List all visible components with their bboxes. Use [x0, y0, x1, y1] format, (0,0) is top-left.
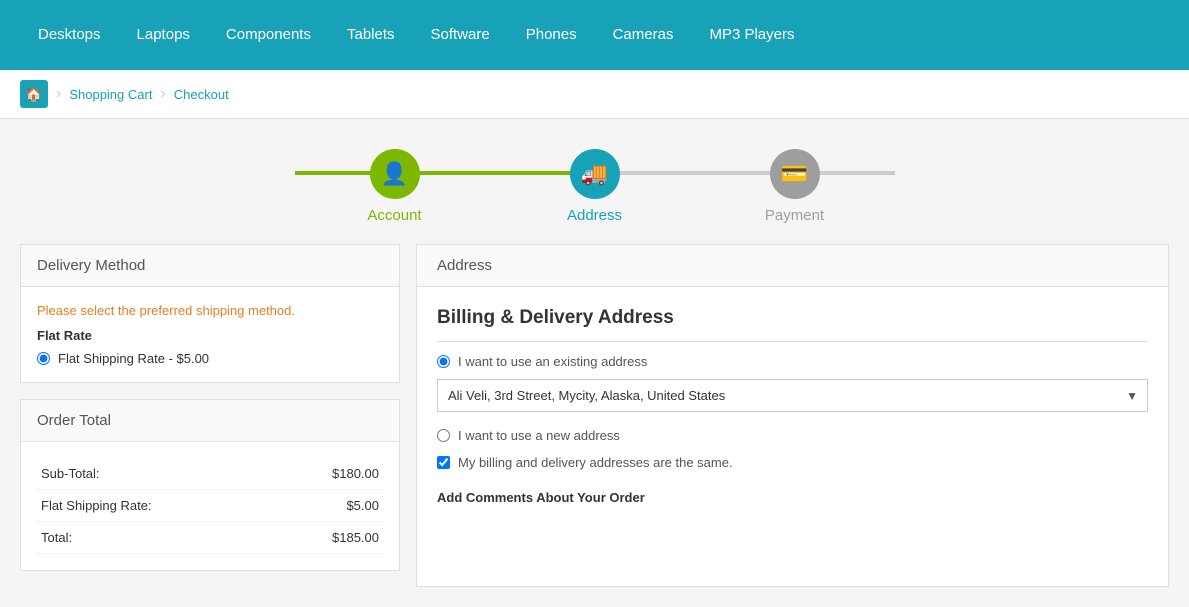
- home-icon[interactable]: 🏠: [20, 80, 48, 108]
- step-address: 🚚 Address: [495, 149, 695, 224]
- existing-address-option[interactable]: I want to use an existing address: [437, 354, 1148, 369]
- same-address-checkbox-row[interactable]: My billing and delivery addresses are th…: [437, 455, 1148, 470]
- nav-item-phones[interactable]: Phones: [508, 0, 595, 70]
- subtotal-value: $180.00: [273, 458, 383, 490]
- shipping-value: $5.00: [273, 490, 383, 522]
- address-radio-group: I want to use an existing address Ali Ve…: [437, 354, 1148, 443]
- left-panel: Delivery Method Please select the prefer…: [20, 244, 400, 587]
- nav-item-desktops[interactable]: Desktops: [20, 0, 119, 70]
- step-account-label: Account: [367, 207, 421, 224]
- address-select-wrapper: Ali Veli, 3rd Street, Mycity, Alaska, Un…: [437, 379, 1148, 412]
- add-comments-title: Add Comments About Your Order: [437, 490, 1148, 505]
- order-total-header: Order Total: [21, 400, 399, 442]
- step-address-icon: 🚚: [570, 149, 620, 199]
- nav-item-software[interactable]: Software: [413, 0, 508, 70]
- existing-address-radio[interactable]: [437, 355, 450, 368]
- order-total-body: Sub-Total: $180.00 Flat Shipping Rate: $…: [21, 442, 399, 570]
- new-address-radio[interactable]: [437, 429, 450, 442]
- right-panel: Address Billing & Delivery Address I wan…: [416, 244, 1169, 587]
- delivery-method-header: Delivery Method: [21, 245, 399, 287]
- step-payment-icon: 💳: [770, 149, 820, 199]
- delivery-method-body: Please select the preferred shipping met…: [21, 287, 399, 382]
- shipping-note: Please select the preferred shipping met…: [37, 303, 383, 318]
- total-label: Total:: [37, 522, 273, 554]
- address-select[interactable]: Ali Veli, 3rd Street, Mycity, Alaska, Un…: [437, 379, 1148, 412]
- flat-rate-label: Flat Shipping Rate - $5.00: [58, 351, 209, 366]
- flat-rate-option[interactable]: Flat Shipping Rate - $5.00: [37, 351, 383, 366]
- same-address-label: My billing and delivery addresses are th…: [458, 455, 733, 470]
- nav-item-laptops[interactable]: Laptops: [119, 0, 208, 70]
- order-total-box: Order Total Sub-Total: $180.00 Flat Ship…: [20, 399, 400, 571]
- billing-delivery-title: Billing & Delivery Address: [437, 307, 1148, 342]
- breadcrumb-sep-2: ›: [160, 85, 165, 103]
- step-address-label: Address: [567, 207, 622, 224]
- order-total-table: Sub-Total: $180.00 Flat Shipping Rate: $…: [37, 458, 383, 554]
- new-address-option[interactable]: I want to use a new address: [437, 428, 1148, 443]
- breadcrumb-checkout[interactable]: Checkout: [174, 87, 229, 102]
- table-row: Flat Shipping Rate: $5.00: [37, 490, 383, 522]
- subtotal-label: Sub-Total:: [37, 458, 273, 490]
- flat-rate-radio[interactable]: [37, 352, 50, 365]
- same-address-checkbox[interactable]: [437, 456, 450, 469]
- table-row: Sub-Total: $180.00: [37, 458, 383, 490]
- existing-address-label: I want to use an existing address: [458, 354, 647, 369]
- nav-item-cameras[interactable]: Cameras: [595, 0, 692, 70]
- main-content: Delivery Method Please select the prefer…: [0, 244, 1189, 607]
- nav-item-mp3players[interactable]: MP3 Players: [691, 0, 812, 70]
- breadcrumb: 🏠 › Shopping Cart › Checkout: [0, 70, 1189, 119]
- nav-item-tablets[interactable]: Tablets: [329, 0, 413, 70]
- step-account-icon: 👤: [370, 149, 420, 199]
- breadcrumb-shopping-cart[interactable]: Shopping Cart: [69, 87, 152, 102]
- step-payment: 💳 Payment: [695, 149, 895, 224]
- top-navigation: Desktops Laptops Components Tablets Soft…: [0, 0, 1189, 70]
- step-payment-label: Payment: [765, 207, 824, 224]
- flat-rate-title: Flat Rate: [37, 328, 383, 343]
- checkout-stepper: 👤 Account 🚚 Address 💳 Payment: [0, 119, 1189, 244]
- total-value: $185.00: [273, 522, 383, 554]
- table-row: Total: $185.00: [37, 522, 383, 554]
- new-address-label: I want to use a new address: [458, 428, 620, 443]
- address-panel-body: Billing & Delivery Address I want to use…: [417, 287, 1168, 533]
- shipping-label: Flat Shipping Rate:: [37, 490, 273, 522]
- step-account: 👤 Account: [295, 149, 495, 224]
- delivery-method-box: Delivery Method Please select the prefer…: [20, 244, 400, 383]
- breadcrumb-sep-1: ›: [56, 85, 61, 103]
- nav-item-components[interactable]: Components: [208, 0, 329, 70]
- address-panel-header: Address: [417, 245, 1168, 287]
